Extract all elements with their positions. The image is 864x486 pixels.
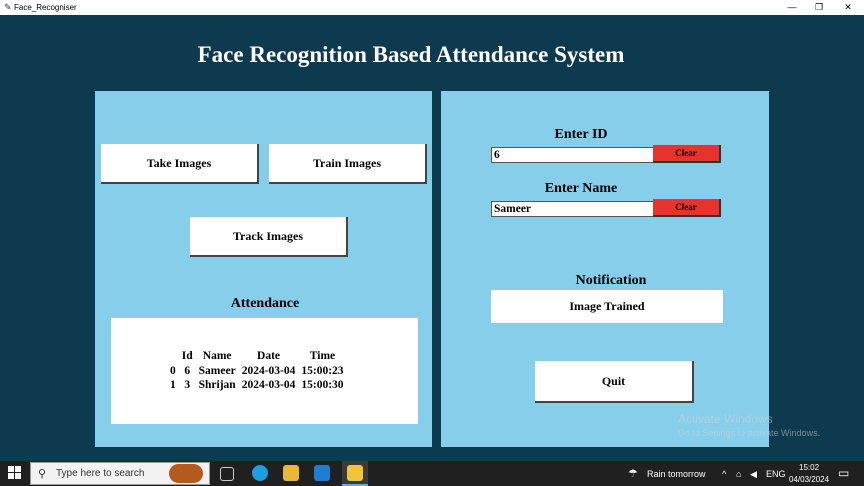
table-cell: 6: [184, 364, 191, 377]
close-button[interactable]: ✕: [836, 1, 860, 14]
taskbar: ⚲ Type here to search ☂ Rain tomorrow ^ …: [0, 461, 864, 486]
page-title: Face Recognition Based Attendance System: [197, 42, 625, 67]
enter-id-label: Enter ID: [554, 127, 608, 142]
id-input[interactable]: 6: [491, 147, 654, 163]
network-icon[interactable]: ⌂: [736, 469, 741, 479]
language-indicator[interactable]: ENG: [766, 469, 786, 479]
attendance-table-box: Id Name Date Time 0 6 Sameer 2024-03-04 …: [111, 318, 418, 424]
weather-icon[interactable]: ☂: [628, 467, 638, 480]
window-title: Face_Recogniser: [14, 3, 77, 12]
chevron-up-icon[interactable]: ^: [722, 469, 726, 479]
task-view-icon[interactable]: [220, 467, 234, 481]
table-cell: 2024-03-04: [241, 379, 296, 391]
window-titlebar: ✎ Face_Recogniser — ❐ ✕: [0, 0, 864, 15]
train-images-button[interactable]: Train Images: [269, 144, 427, 184]
search-highlight-icon: [169, 464, 203, 483]
search-placeholder: Type here to search: [56, 468, 145, 479]
search-icon: ⚲: [38, 468, 47, 480]
quit-button[interactable]: Quit: [535, 361, 694, 403]
notification-message: Image Trained: [491, 290, 723, 323]
file-explorer-icon[interactable]: [283, 465, 299, 481]
table-row: 0 6 Sameer 2024-03-04 15:00:23: [167, 364, 347, 379]
activate-windows-subtext: Go to Settings to activate Windows.: [678, 428, 821, 438]
minimize-button[interactable]: —: [780, 1, 804, 14]
attendance-table: Id Name Date Time 0 6 Sameer 2024-03-04 …: [167, 349, 347, 393]
take-images-button[interactable]: Take Images: [101, 144, 259, 184]
clear-name-button[interactable]: Clear: [653, 199, 721, 217]
taskbar-search-box[interactable]: ⚲ Type here to search: [30, 462, 210, 485]
table-row: 1 3 Shrijan 2024-03-04 15:00:30: [167, 378, 347, 393]
maximize-button[interactable]: ❐: [807, 1, 831, 14]
right-panel: Enter ID 6 Clear Enter Name Sameer Clear…: [441, 91, 769, 447]
notification-icon[interactable]: ▭: [838, 466, 849, 480]
table-header: Date: [257, 350, 281, 362]
table-cell: 0: [170, 364, 176, 377]
weather-text[interactable]: Rain tomorrow: [647, 469, 706, 479]
table-cell: 15:00:30: [301, 379, 344, 391]
notification-label: Notification: [575, 273, 647, 288]
table-header: [167, 349, 179, 364]
python-taskbar-button[interactable]: [342, 461, 368, 486]
table-cell: 1: [170, 379, 176, 391]
activate-windows-watermark: Activate Windows: [678, 412, 773, 426]
table-header: Name: [202, 350, 232, 362]
edge-icon[interactable]: [252, 465, 268, 481]
app-feather-icon: ✎: [4, 2, 12, 12]
table-cell: Shrijan: [198, 379, 236, 391]
left-panel: Take Images Train Images Track Images At…: [95, 91, 432, 447]
table-header-row: Id Name Date Time: [167, 349, 347, 364]
table-cell: 3: [184, 379, 191, 391]
table-cell: Sameer: [198, 364, 236, 377]
name-input[interactable]: Sameer: [491, 201, 654, 217]
windows-start-icon[interactable]: [8, 466, 22, 480]
clock-date[interactable]: 04/03/2024: [789, 475, 829, 484]
table-cell: 2024-03-04: [241, 364, 296, 377]
clock-time[interactable]: 15:02: [799, 463, 819, 472]
volume-icon[interactable]: ◀: [750, 469, 757, 480]
attendance-label: Attendance: [230, 296, 300, 311]
track-images-button[interactable]: Track Images: [190, 217, 348, 257]
vscode-icon[interactable]: [314, 465, 330, 481]
clear-id-button[interactable]: Clear: [653, 145, 721, 163]
table-header: Id: [181, 350, 193, 362]
python-icon: [347, 465, 363, 481]
table-cell: 15:00:23: [301, 364, 344, 377]
table-header: Time: [309, 350, 336, 362]
enter-name-label: Enter Name: [544, 181, 618, 196]
